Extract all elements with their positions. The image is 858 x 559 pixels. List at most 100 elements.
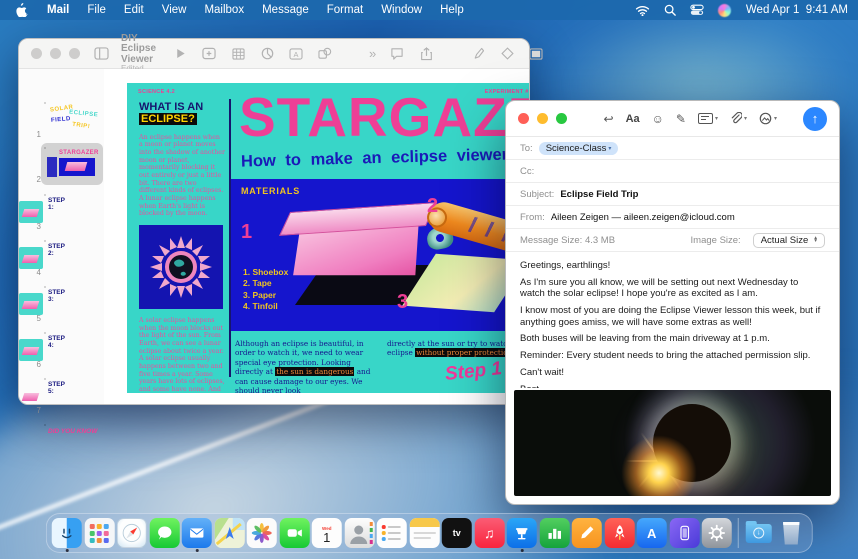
- dock-photos[interactable]: [247, 518, 277, 548]
- search-icon[interactable]: [664, 4, 676, 16]
- attach-button[interactable]: ▾: [730, 112, 747, 125]
- dock-numbers[interactable]: [539, 518, 569, 548]
- slide-thumbnail-8[interactable]: DID YOU KNOW: [19, 423, 104, 463]
- header-fields-icon: [698, 113, 713, 124]
- message-body[interactable]: Greetings, earthlings! As I'm sure you a…: [506, 252, 839, 388]
- dock-reminders[interactable]: [377, 518, 407, 548]
- markup-icon[interactable]: ✎: [676, 112, 686, 126]
- menu-message[interactable]: Message: [253, 4, 318, 16]
- slide-thumbnail-6[interactable]: 6 STEP 4:: [19, 331, 104, 371]
- dock-rocket-app[interactable]: [604, 518, 634, 548]
- menu-app-name[interactable]: Mail: [38, 4, 78, 16]
- menu-window[interactable]: Window: [372, 4, 431, 16]
- materials-panel[interactable]: MATERIALS 1 2 3 4 1. Shoebox 2. Tape 3. …: [231, 179, 529, 331]
- slide-thumbnail-5[interactable]: 5 STEP 3:: [19, 285, 104, 325]
- control-center-icon[interactable]: [690, 4, 704, 16]
- more-tools-icon[interactable]: »: [369, 46, 376, 61]
- share-icon[interactable]: [418, 46, 434, 62]
- close-button[interactable]: [31, 48, 42, 59]
- insert-photo-button[interactable]: ▾: [759, 112, 777, 125]
- text-icon[interactable]: A: [288, 46, 304, 62]
- eclipse-photo-attachment[interactable]: [514, 390, 831, 496]
- send-button[interactable]: ↑: [803, 107, 827, 131]
- dock-mail[interactable]: [182, 518, 212, 548]
- mail-compose-window[interactable]: ↩ Aa ☺ ✎ ▾ ▾ ▾ ↑ To: Science-Class▾: [505, 100, 840, 505]
- apple-menu-icon[interactable]: [16, 3, 28, 17]
- emoji-icon[interactable]: ☺: [652, 112, 664, 126]
- dock-pages[interactable]: [572, 518, 602, 548]
- from-label: From:: [520, 212, 545, 223]
- minimize-button[interactable]: [50, 48, 61, 59]
- slide-thumbnail-1[interactable]: 1 SOLAR ECLIPSE FIELD TRIP!: [19, 101, 104, 141]
- add-slide-icon[interactable]: [201, 46, 217, 62]
- minimize-button[interactable]: [537, 113, 548, 124]
- caption-left[interactable]: Although an eclipse is beautiful, in ord…: [235, 339, 377, 393]
- dock-facetime[interactable]: [279, 518, 309, 548]
- current-slide[interactable]: SCIENCE 4.2 EXPERIMENT #11 WHAT IS AN EC…: [127, 83, 529, 393]
- dock-notes[interactable]: [409, 518, 439, 548]
- dock-maps[interactable]: [214, 518, 244, 548]
- close-button[interactable]: [518, 113, 529, 124]
- slide-subhead[interactable]: How to make an eclipse viewer!: [241, 145, 514, 171]
- menu-help[interactable]: Help: [431, 4, 473, 16]
- dock-keynote[interactable]: [507, 518, 537, 548]
- dock-tv[interactable]: tv: [442, 518, 472, 548]
- to-recipient-token[interactable]: Science-Class▾: [539, 142, 619, 155]
- what-is-heading[interactable]: WHAT IS AN ECLIPSE?: [139, 101, 225, 126]
- wifi-icon[interactable]: [635, 5, 650, 16]
- dock-system-settings[interactable]: [702, 518, 732, 548]
- image-size-select[interactable]: Actual Size ▴▾: [753, 233, 825, 248]
- slide-headline[interactable]: STARGAZER: [239, 85, 529, 149]
- slide-navigator[interactable]: 1 SOLAR ECLIPSE FIELD TRIP! 2 STARGAZER: [19, 69, 104, 404]
- menu-mailbox[interactable]: Mailbox: [195, 4, 253, 16]
- animate-icon[interactable]: [499, 46, 515, 62]
- dock-downloads[interactable]: ↓: [744, 518, 774, 548]
- slide-thumbnail-2-selected[interactable]: 2 STARGAZER: [19, 146, 104, 186]
- dock-messages[interactable]: [149, 518, 179, 548]
- header-fields-button[interactable]: ▾: [698, 113, 718, 124]
- menu-edit[interactable]: Edit: [115, 4, 153, 16]
- to-field[interactable]: To: Science-Class▾: [506, 137, 839, 160]
- sun-illustration[interactable]: [139, 225, 223, 309]
- keynote-titlebar[interactable]: DIY Eclipse Viewer Edited A »: [19, 39, 529, 69]
- menu-format[interactable]: Format: [318, 4, 372, 16]
- dock-contacts[interactable]: [344, 518, 374, 548]
- dock-calendar[interactable]: Wed 1: [312, 518, 342, 548]
- eclipse-paragraph-2[interactable]: A solar eclipse happens when the moon bl…: [139, 317, 225, 393]
- cc-field[interactable]: Cc:: [506, 160, 839, 183]
- shape-icon[interactable]: [317, 46, 333, 62]
- dock-music[interactable]: ♫: [474, 518, 504, 548]
- menu-file[interactable]: File: [78, 4, 115, 16]
- format-brush-icon[interactable]: [470, 46, 486, 62]
- menubar-date[interactable]: Wed Apr 1 9:41 AM: [746, 4, 848, 16]
- siri-icon[interactable]: [718, 4, 731, 17]
- dock-finder[interactable]: [52, 518, 82, 548]
- slide-thumbnail-4[interactable]: 4 STEP 2:: [19, 239, 104, 279]
- zoom-button[interactable]: [556, 113, 567, 124]
- step-label[interactable]: Step 1: [444, 358, 503, 386]
- zoom-button[interactable]: [69, 48, 80, 59]
- subject-field[interactable]: Subject: Eclipse Field Trip: [506, 183, 839, 206]
- keynote-window[interactable]: DIY Eclipse Viewer Edited A »: [18, 38, 530, 405]
- play-icon[interactable]: [172, 46, 188, 62]
- sidebar-toggle-icon[interactable]: [94, 46, 109, 62]
- slide-left-column[interactable]: WHAT IS AN ECLIPSE? An eclipse happens w…: [139, 101, 225, 393]
- menu-view[interactable]: View: [153, 4, 196, 16]
- dock-app-store[interactable]: A: [637, 518, 667, 548]
- dock-trash[interactable]: [776, 518, 806, 548]
- slide-course-code[interactable]: SCIENCE 4.2: [138, 89, 175, 95]
- slide-canvas[interactable]: SCIENCE 4.2 EXPERIMENT #11 WHAT IS AN EC…: [104, 69, 529, 404]
- dock-launchpad[interactable]: [84, 518, 114, 548]
- chart-icon[interactable]: [259, 46, 275, 62]
- dock-safari[interactable]: [117, 518, 147, 548]
- from-field[interactable]: From: Aileen Zeigen — aileen.zeigen@iclo…: [506, 206, 839, 229]
- table-icon[interactable]: [230, 46, 246, 62]
- undo-icon[interactable]: ↩: [604, 112, 614, 126]
- document-icon[interactable]: [528, 46, 544, 62]
- dock-iphone-mirroring[interactable]: [669, 518, 699, 548]
- eclipse-paragraph-1[interactable]: An eclipse happens when a moon or planet…: [139, 134, 225, 218]
- slide-thumbnail-3[interactable]: 3 STEP 1:: [19, 193, 104, 233]
- slide-thumbnail-7[interactable]: 7 STEP 5:: [19, 377, 104, 417]
- format-text-icon[interactable]: Aa: [626, 113, 640, 125]
- comment-icon[interactable]: [389, 46, 405, 62]
